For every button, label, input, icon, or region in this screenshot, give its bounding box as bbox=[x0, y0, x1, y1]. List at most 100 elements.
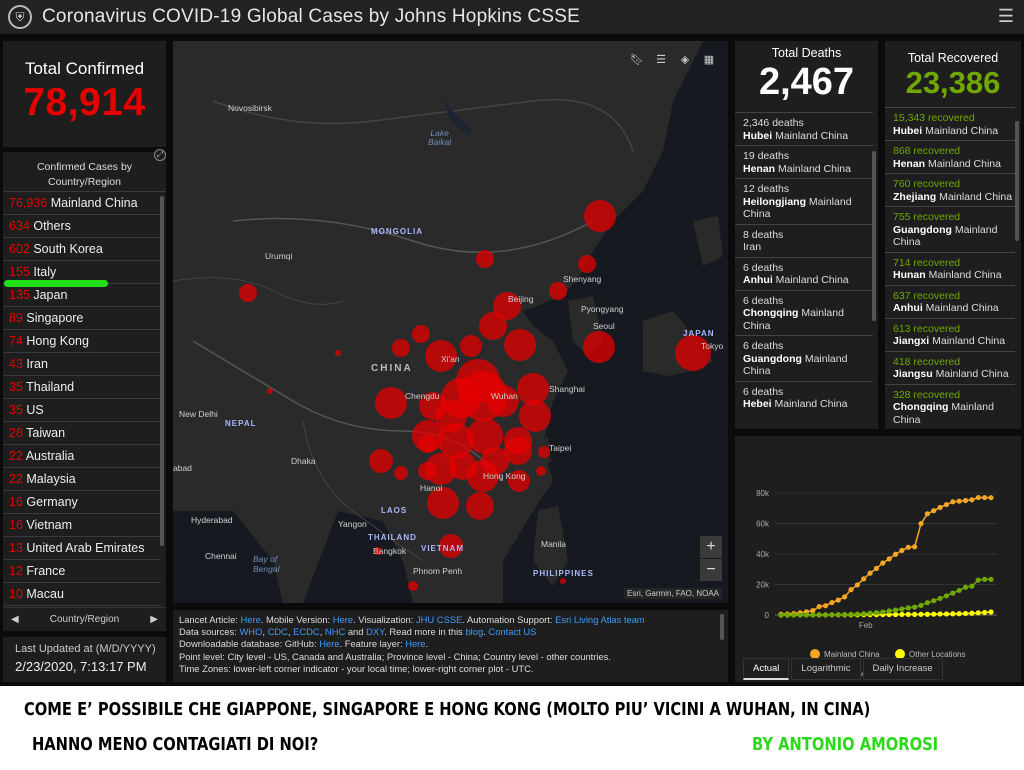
country-list-item[interactable]: 135 Japan bbox=[3, 284, 161, 307]
country-list-item[interactable]: 89 Singapore bbox=[3, 307, 161, 330]
map-label-new-delhi: New Delhi bbox=[179, 409, 218, 419]
deaths-list-item[interactable]: 6 deaths Anhui Mainland China bbox=[735, 256, 873, 290]
country-list-item[interactable]: 35 Thailand bbox=[3, 376, 161, 399]
country-list-item[interactable]: 28 Taiwan bbox=[3, 422, 161, 445]
esri-link[interactable]: Esri Living Atlas team bbox=[555, 614, 645, 625]
deaths-list-item[interactable]: 8 deaths Iran bbox=[735, 223, 873, 257]
layers-icon[interactable]: ◈ bbox=[674, 49, 696, 71]
deaths-scrollbar[interactable] bbox=[872, 151, 876, 321]
country-list-item[interactable]: 43 Iran bbox=[3, 353, 161, 376]
data-point bbox=[905, 611, 911, 617]
recovered-scrollbar[interactable] bbox=[1015, 121, 1019, 241]
legend-icon[interactable]: ☰ bbox=[650, 49, 672, 71]
x-tick-label: Feb bbox=[859, 621, 873, 630]
recovered-region: Guangdong bbox=[893, 223, 952, 236]
country-list-scrollbar[interactable] bbox=[160, 196, 164, 546]
deaths-location: Chongqing Mainland China bbox=[743, 307, 873, 332]
tab-actual[interactable]: Actual bbox=[743, 658, 790, 680]
cdc-link[interactable]: CDC bbox=[268, 626, 288, 637]
bookmark-icon[interactable]: 🔖︎ bbox=[626, 49, 648, 71]
zoom-in-button[interactable]: + bbox=[700, 536, 722, 558]
data-point bbox=[918, 602, 924, 609]
nhc-link[interactable]: NHC bbox=[325, 626, 345, 637]
lancet-link[interactable]: Here bbox=[241, 614, 261, 625]
recovered-list-item[interactable]: 714 recovered Hunan Mainland China bbox=[885, 251, 1015, 285]
ecdc-link[interactable]: ECDC bbox=[293, 626, 320, 637]
country-count: 12 bbox=[9, 564, 23, 578]
country-list-item[interactable]: 13 United Arab Emirates bbox=[3, 537, 161, 560]
map-label-manila: Manila bbox=[541, 539, 567, 549]
dxy-link[interactable]: DXY bbox=[366, 626, 384, 637]
tab-logarithmic[interactable]: Logarithmic bbox=[791, 658, 861, 680]
data-point bbox=[810, 612, 816, 618]
country-list-item[interactable]: 76,936 Mainland China bbox=[3, 192, 161, 215]
deaths-place: Mainland China bbox=[774, 398, 848, 410]
recovered-list-item[interactable]: 637 recovered Anhui Mainland China bbox=[885, 284, 1015, 318]
country-list: 76,936 Mainland China 634 Others 602 South… bbox=[3, 192, 166, 606]
deaths-list-item[interactable]: 6 deaths Chongqing Mainland China bbox=[735, 289, 873, 336]
recovered-list-item[interactable]: 328 recovered Chongqing Mainland China bbox=[885, 383, 1015, 430]
map-label-chennai: Chennai bbox=[205, 551, 237, 561]
map-label-hyderabad: Hyderabad bbox=[191, 515, 233, 525]
deaths-list-item[interactable]: 6 deaths Hebei Mainland China bbox=[735, 380, 873, 414]
zoom-out-button[interactable]: − bbox=[700, 559, 722, 581]
country-list-item[interactable]: 35 US bbox=[3, 399, 161, 422]
country-list-item[interactable]: 12 France bbox=[3, 560, 161, 583]
jhu-csse-link[interactable]: JHU CSSE bbox=[416, 614, 462, 625]
deaths-list-item[interactable]: 12 deaths Heilongjiang Mainland China bbox=[735, 178, 873, 224]
contact-link[interactable]: Contact US bbox=[488, 626, 536, 637]
recovered-place: Mainland China bbox=[928, 269, 1002, 281]
deaths-list-item[interactable]: 2,346 deaths Hubei Mainland China bbox=[735, 112, 873, 145]
country-count: 155 bbox=[9, 265, 30, 279]
recovered-location: Henan Mainland China bbox=[893, 158, 1015, 171]
github-link[interactable]: Here bbox=[319, 638, 339, 649]
country-list-item[interactable]: 10 Macau bbox=[3, 583, 161, 606]
recovered-list-item[interactable]: 868 recovered Henan Mainland China bbox=[885, 140, 1015, 173]
map-label-tokyo: Tokyo bbox=[701, 341, 724, 351]
info-scrollbar[interactable] bbox=[720, 614, 724, 640]
deaths-list-item[interactable]: 6 deaths Guangdong Mainland China bbox=[735, 335, 873, 381]
country-list-item[interactable]: 22 Australia bbox=[3, 445, 161, 468]
recovered-list-item[interactable]: 760 recovered Zhejiang Mainland China bbox=[885, 173, 1015, 206]
data-point bbox=[982, 609, 988, 616]
country-list-item[interactable]: 16 Germany bbox=[3, 491, 161, 514]
recovered-list-item[interactable]: 15,343 recovered Hubei Mainland China bbox=[885, 107, 1015, 140]
recovered-count: 418 recovered bbox=[893, 355, 961, 368]
data-point bbox=[899, 606, 905, 612]
total-recovered-value: 23,386 bbox=[905, 65, 1001, 100]
tab-daily-increase[interactable]: Daily Increase bbox=[862, 658, 943, 680]
country-list-item[interactable]: 16 Vietnam bbox=[3, 514, 161, 537]
country-list-item[interactable]: 74 Hong Kong bbox=[3, 330, 161, 353]
data-point bbox=[943, 501, 950, 508]
data-point bbox=[918, 521, 924, 527]
who-link[interactable]: WHO bbox=[239, 626, 262, 637]
mobile-link[interactable]: Here bbox=[333, 614, 353, 625]
feature-layer-link[interactable]: Here bbox=[405, 638, 425, 649]
country-list-item[interactable]: 602 South Korea bbox=[3, 238, 161, 261]
country-count: 16 bbox=[9, 518, 23, 532]
recovered-list-item[interactable]: 418 recovered Jiangsu Mainland China bbox=[885, 350, 1015, 384]
deaths-count: 6 deaths bbox=[743, 261, 784, 274]
recovered-list-item[interactable]: 613 recovered Jiangxi Mainland China bbox=[885, 317, 1015, 351]
map-view[interactable]: Novosibirsk Lake Baikal MONGOLIA Urumqi … bbox=[173, 41, 728, 603]
data-point bbox=[778, 612, 784, 618]
data-point bbox=[886, 556, 892, 562]
data-point bbox=[931, 598, 937, 604]
pager-next-icon[interactable]: ▶ bbox=[150, 614, 158, 625]
data-point bbox=[822, 603, 829, 609]
data-point bbox=[956, 587, 962, 594]
country-list-item[interactable]: 22 Malaysia bbox=[3, 468, 161, 491]
recovered-list-item[interactable]: 755 recovered Guangdong Mainland China bbox=[885, 206, 1015, 252]
country-list-item[interactable]: 634 Others bbox=[3, 215, 161, 238]
deaths-list-item[interactable]: 19 deaths Henan Mainland China bbox=[735, 145, 873, 178]
expand-icon[interactable]: ⤢ bbox=[154, 149, 166, 161]
hamburger-icon[interactable]: ☰ bbox=[998, 6, 1014, 27]
blog-link[interactable]: blog bbox=[465, 626, 483, 637]
recovered-count: 714 recovered bbox=[893, 256, 961, 269]
basemap-icon[interactable]: ▦ bbox=[698, 49, 720, 71]
deaths-count: 19 deaths bbox=[743, 150, 790, 162]
data-point bbox=[937, 595, 943, 602]
deaths-count: 8 deaths bbox=[743, 228, 784, 241]
deaths-location: Hubei Mainland China bbox=[743, 130, 873, 143]
pager-prev-icon[interactable]: ◀ bbox=[11, 614, 19, 625]
